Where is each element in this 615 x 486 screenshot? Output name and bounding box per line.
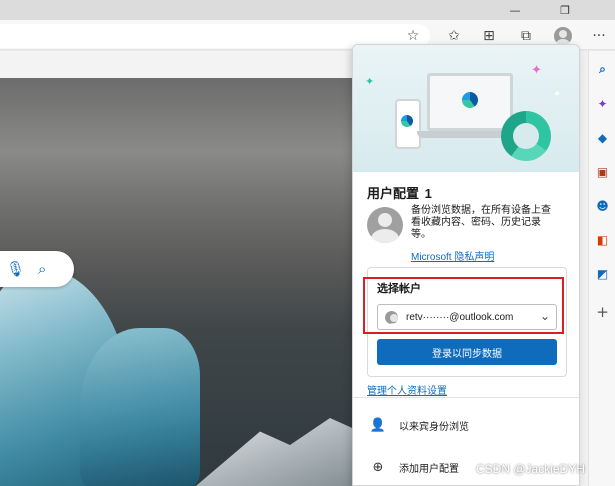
- profile-icon: [554, 27, 572, 45]
- divider: [353, 397, 579, 398]
- sync-description: 备份浏览数据，在所有设备上查看收藏内容、密码、历史记录等。: [411, 205, 551, 240]
- sparkle-icon[interactable]: ✦: [594, 95, 611, 112]
- edge-sidebar: ⌕ ✦ ◆ ▣ ☻ ◧ ◩ +: [588, 51, 615, 486]
- sync-ring-illustration: [501, 111, 551, 161]
- add-icon[interactable]: +: [594, 303, 611, 321]
- search-icon[interactable]: ⌕: [38, 260, 46, 278]
- office-icon[interactable]: ◧: [594, 231, 611, 248]
- profile-count: 1: [424, 186, 432, 201]
- shopping-tag-icon[interactable]: ◆: [594, 129, 611, 146]
- scrollbar[interactable]: [580, 51, 588, 486]
- title-bar: — ❐: [0, 0, 615, 20]
- menu-item-label: 以来宾身份浏览: [399, 421, 469, 433]
- sparkle-decoration-icon: ✦: [553, 89, 562, 100]
- profile-flyout: ✦ ✦ ✦ 用户配置 1 备份浏览数据，在所有设备上查看收藏内容、密码、历史记录…: [352, 44, 580, 486]
- watermark: CSDN @JackieDYH: [476, 462, 585, 476]
- edge-logo-icon: [462, 92, 478, 108]
- laptop-illustration: [427, 73, 513, 131]
- menu-item-label: 添加用户配置: [399, 463, 459, 475]
- privacy-statement-link[interactable]: Microsoft 隐私声明: [411, 248, 494, 263]
- panel-title: 用户配置 1: [367, 183, 432, 202]
- iceberg-shape: [80, 328, 200, 486]
- minimize-button[interactable]: —: [495, 0, 535, 20]
- search-icon[interactable]: ⌕: [594, 61, 611, 78]
- panel-title-text: 用户配置: [367, 186, 420, 201]
- more-icon[interactable]: ···: [588, 25, 610, 47]
- edge-logo-icon: [401, 115, 413, 127]
- add-circle-icon: ⊕: [372, 459, 384, 475]
- phone-illustration: [395, 99, 421, 149]
- avatar: [367, 207, 403, 243]
- highlight-annotation: [363, 277, 564, 334]
- sparkle-decoration-icon: ✦: [365, 75, 375, 88]
- sparkle-decoration-icon: ✦: [531, 63, 542, 78]
- microphone-icon[interactable]: 🎙: [6, 260, 25, 278]
- people-icon[interactable]: ☻: [594, 197, 611, 214]
- browse-as-guest-item[interactable]: 👤 以来宾身份浏览: [353, 409, 579, 441]
- toolbox-icon[interactable]: ▣: [594, 163, 611, 180]
- outlook-icon[interactable]: ◩: [594, 265, 611, 282]
- manage-profile-settings-link[interactable]: 管理个人资料设置: [367, 382, 447, 397]
- sync-illustration: ✦ ✦ ✦: [353, 45, 579, 172]
- search-box[interactable]: 🎙 ⌕: [0, 251, 74, 287]
- restore-button[interactable]: ❐: [545, 0, 585, 20]
- guest-person-icon: 👤: [369, 417, 387, 433]
- sign-in-sync-button[interactable]: 登录以同步数据: [377, 339, 557, 365]
